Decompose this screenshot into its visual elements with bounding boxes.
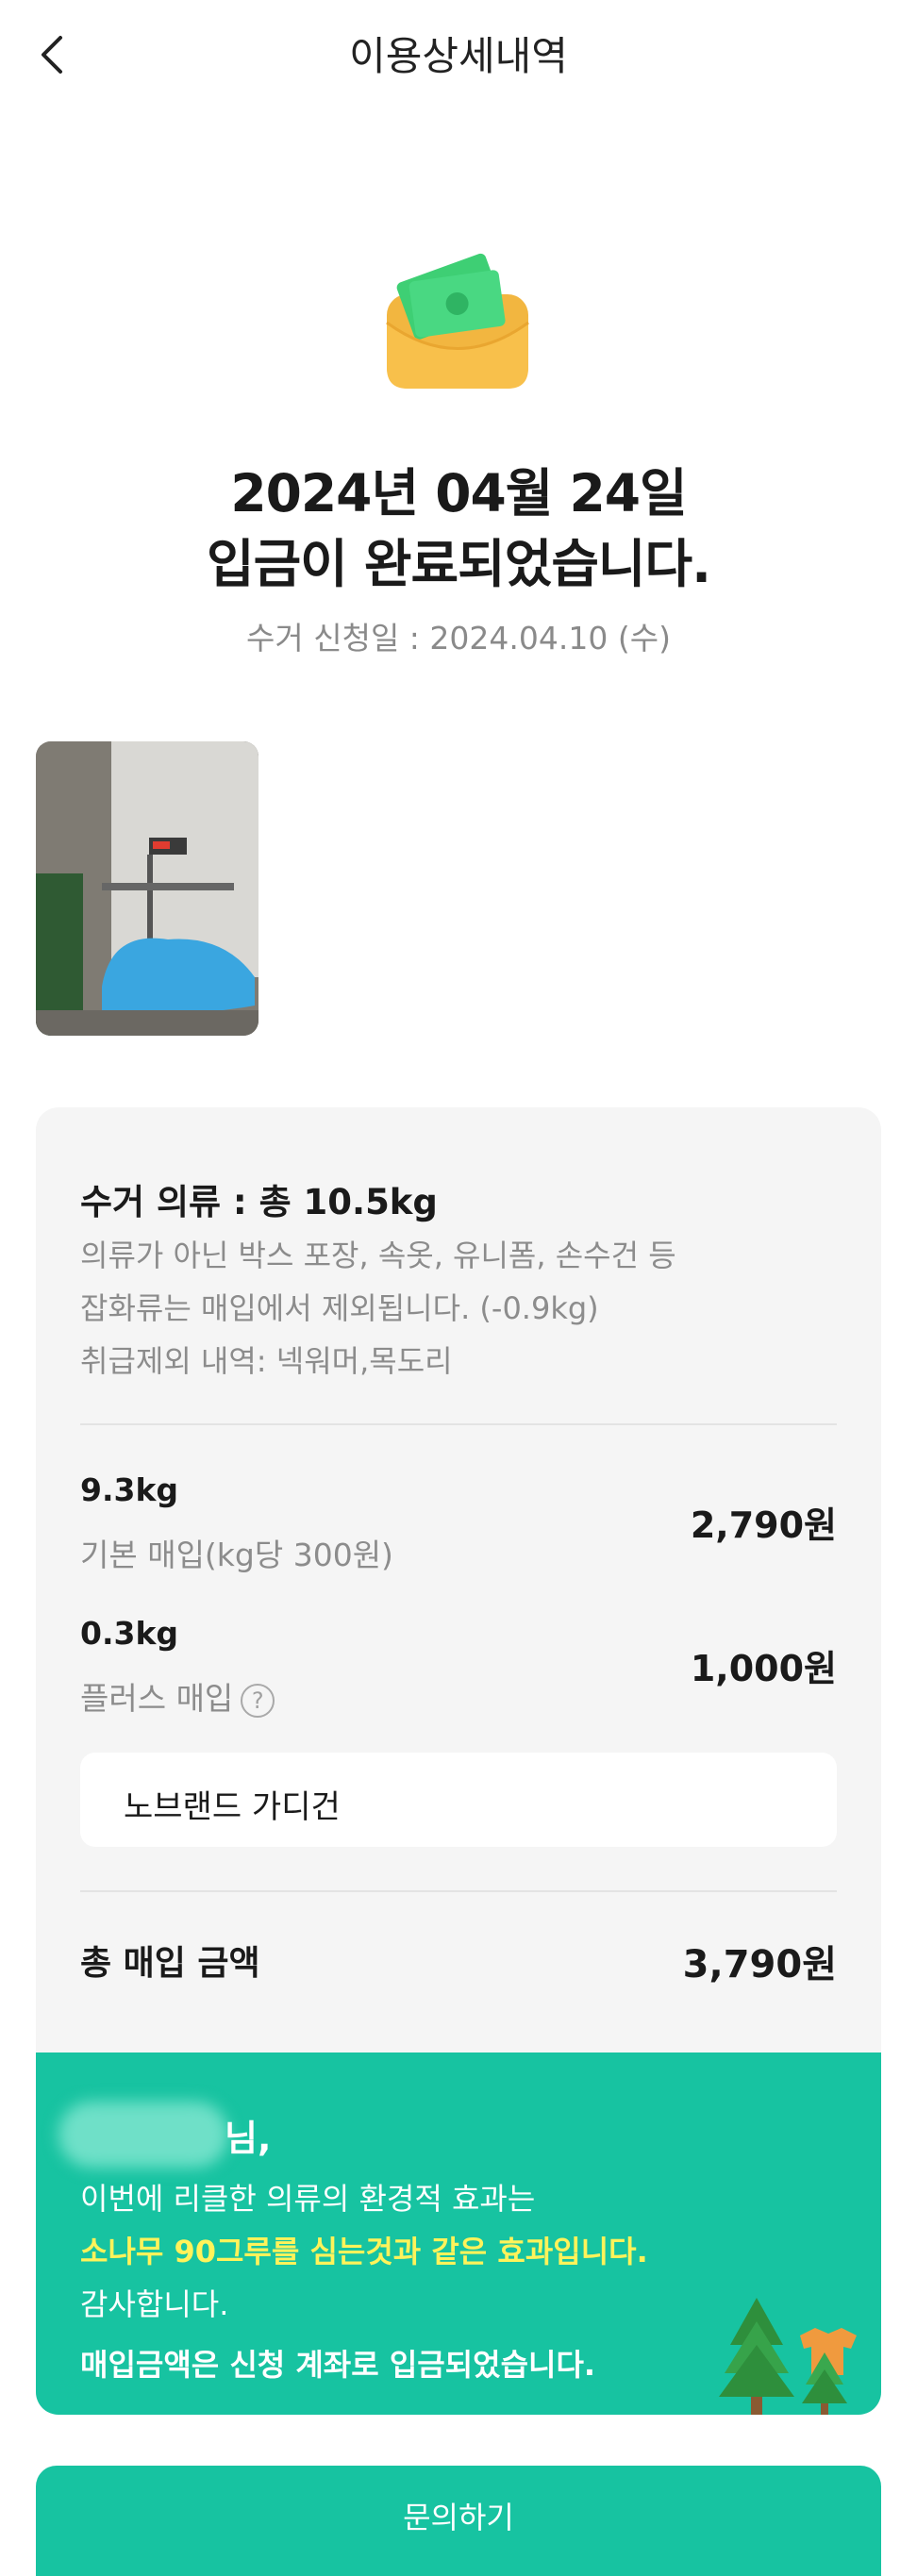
page-title: 이용상세내역: [349, 33, 568, 79]
inquiry-button[interactable]: 문의하기: [36, 2466, 881, 2576]
plus-item-box: 노브랜드 가디건: [80, 1753, 837, 1847]
effect-intro-text: 이번에 리클한 의류의 환경적 효과는: [80, 2181, 536, 2217]
exclusion-note: 잡화류는 매입에서 제외됩니다. (-0.9kg): [80, 1290, 599, 1326]
help-icon[interactable]: ?: [241, 1683, 275, 1718]
effect-highlight-text: 소나무 90그루를 심는것과 같은 효과입니다.: [80, 2234, 648, 2269]
purchase-detail-card: 수거 의류 : 총 10.5kg 의류가 아닌 박스 포장, 속옷, 유니폼, …: [36, 1107, 881, 2415]
user-name-suffix: 님,: [225, 2118, 272, 2159]
pine-trees-icon: [719, 2298, 857, 2415]
plus-item-name: 노브랜드 가디건: [124, 1788, 341, 1826]
plus-purchase-price: 1,000원: [690, 1648, 837, 1689]
plus-purchase-label: 플러스 매입: [80, 1680, 234, 1717]
basic-purchase-price: 2,790원: [690, 1504, 837, 1546]
plus-purchase-label-row: 플러스 매입?: [80, 1673, 275, 1719]
divider: [80, 1423, 837, 1425]
apply-date: 수거 신청일 : 2024.04.10 (수): [246, 620, 671, 656]
total-purchase-amount: 3,790원: [682, 1943, 837, 1986]
environmental-effect-banner: 님, 이번에 리클한 의류의 환경적 효과는 소나무 90그루를 심는것과 같은…: [36, 2052, 881, 2415]
divider: [80, 1890, 837, 1892]
exclusion-note: 의류가 아닌 박스 포장, 속옷, 유니폼, 손수건 등: [80, 1238, 676, 1273]
header: 이용상세내역: [0, 0, 917, 109]
deposit-info-text: 매입금액은 신청 계좌로 입금되었습니다.: [80, 2347, 596, 2383]
basic-weight: 9.3kg: [80, 1471, 179, 1508]
plus-weight: 0.3kg: [80, 1615, 179, 1652]
scale-photo-image: [36, 741, 258, 1036]
excluded-items-note: 취급제외 내역: 넥워머,목도리: [80, 1343, 453, 1379]
total-collected-weight: 수거 의류 : 총 10.5kg: [80, 1182, 438, 1222]
total-purchase-label: 총 매입 금액: [80, 1944, 260, 1983]
thanks-text: 감사합니다.: [80, 2286, 229, 2322]
collection-photo-thumbnail[interactable]: [36, 741, 258, 1036]
basic-purchase-label: 기본 매입(kg당 300원): [80, 1537, 393, 1573]
deposit-complete-message: 입금이 완료되었습니다.: [206, 534, 711, 594]
blurred-user-name: [58, 2102, 228, 2168]
deposit-date: 2024년 04월 24일: [230, 463, 687, 524]
money-envelope-icon: [386, 253, 529, 389]
